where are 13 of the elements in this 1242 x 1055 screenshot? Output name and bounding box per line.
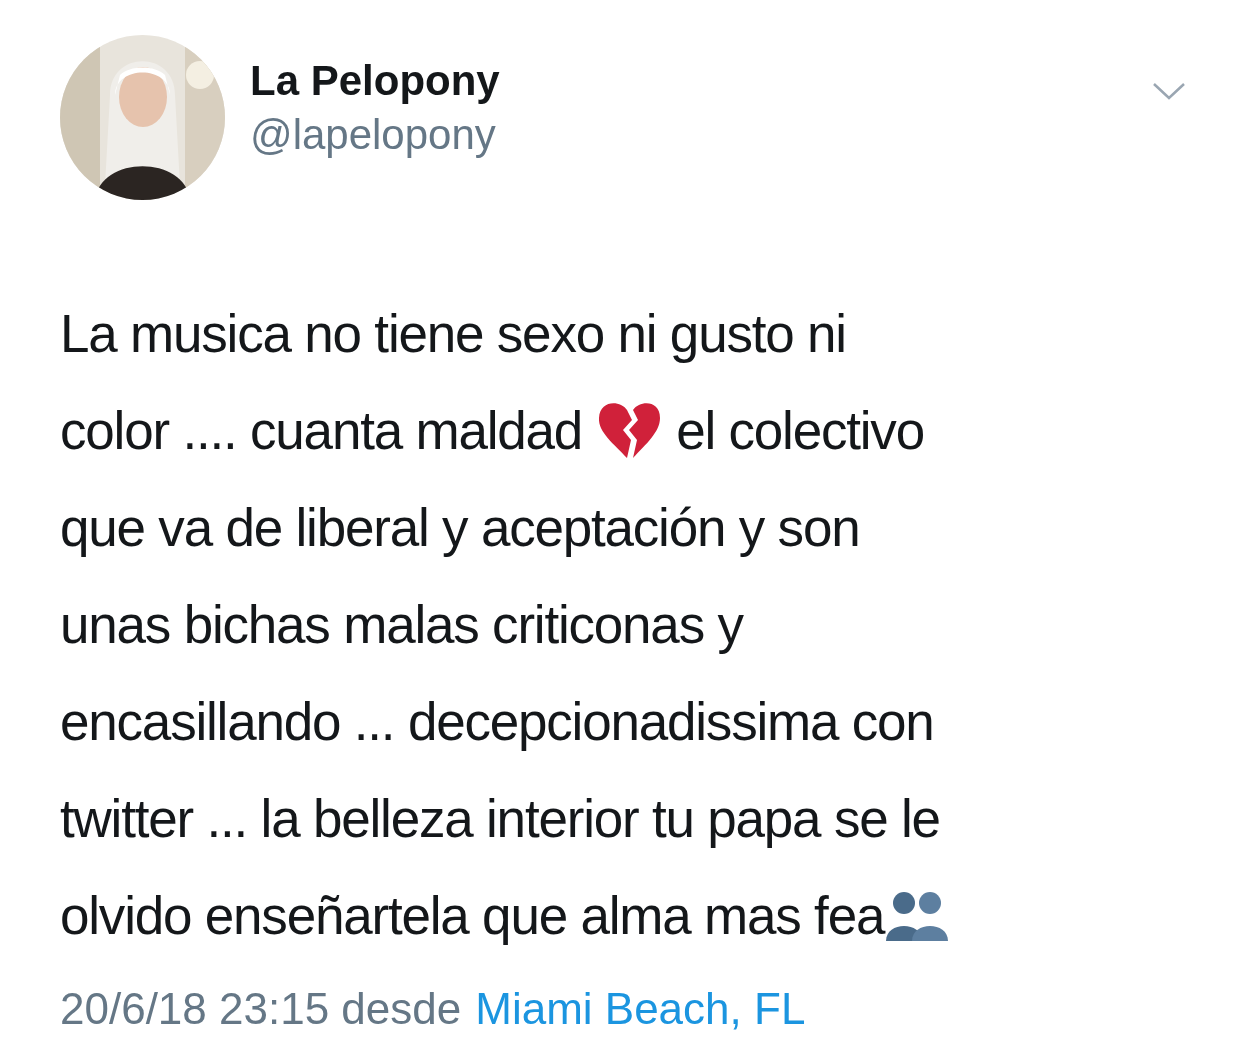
tweet-text: color .... cuanta maldad — [60, 400, 583, 461]
chevron-down-icon[interactable] — [1152, 81, 1186, 101]
tweet-text: La musica no tiene sexo ni gusto ni — [60, 303, 846, 364]
tweet-text: encasillando ... decepcionadissima con — [60, 691, 934, 752]
tweet-text: unas bichas malas criticonas y — [60, 594, 743, 655]
location-link[interactable]: Miami Beach, FL — [475, 984, 806, 1034]
tweet-text: el colectivo — [676, 400, 924, 461]
author-handle: @lapelopony — [250, 111, 497, 159]
timestamp: 20/6/18 23:15 desde — [60, 984, 462, 1034]
tweet-text: twitter ... la belleza interior tu papa se le — [60, 788, 940, 849]
tweet-text: que va de liberal y aceptación y son — [60, 497, 860, 558]
tweet-text: olvido enseñartela que alma mas fea — [60, 885, 885, 946]
author-name: La Pelopony — [250, 57, 501, 105]
